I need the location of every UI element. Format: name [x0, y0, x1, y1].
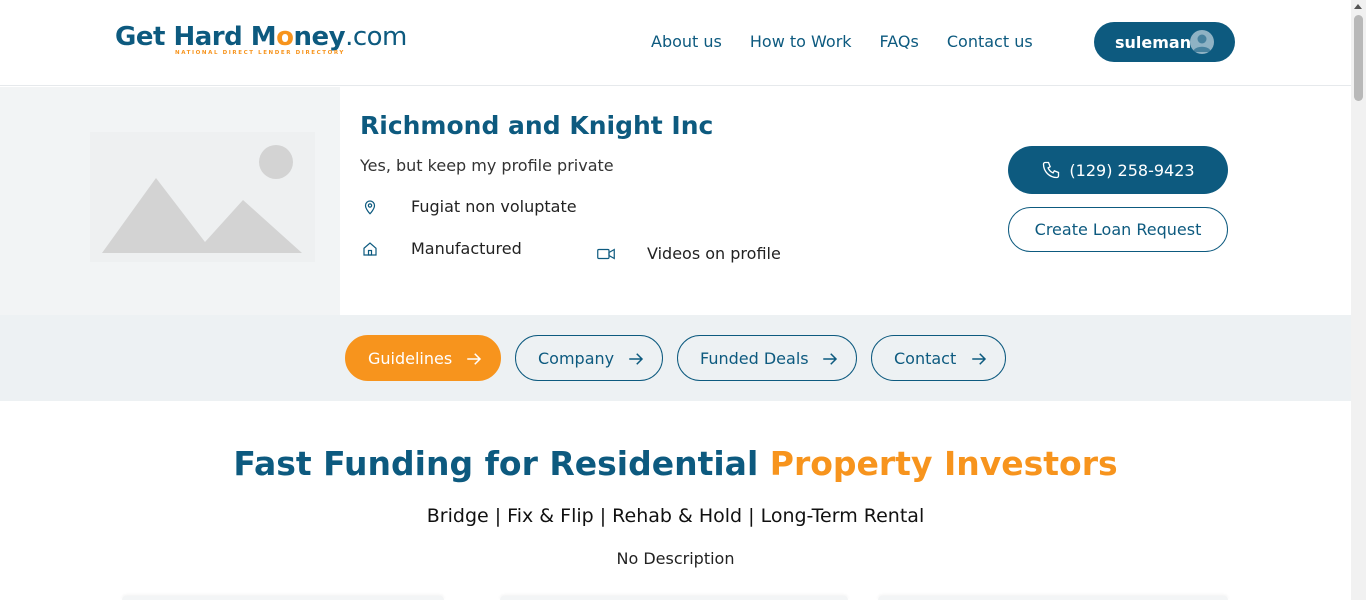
- logo[interactable]: Get Hard Money.com NATIONAL DIRECT LENDE…: [115, 20, 407, 60]
- phone-call-button[interactable]: (129) 258-9423: [1008, 146, 1228, 194]
- profile-subtitle: Yes, but keep my profile private: [360, 156, 614, 175]
- nav-contact-us[interactable]: Contact us: [947, 31, 1033, 53]
- phone-number: (129) 258-9423: [1069, 160, 1195, 180]
- property-type-row: Manufactured: [361, 239, 522, 258]
- company-description: No Description: [616, 549, 735, 568]
- home-icon: [361, 240, 379, 258]
- profile-image-placeholder: [0, 87, 340, 315]
- nav-how-to-work[interactable]: How to Work: [750, 31, 852, 53]
- arrow-right-icon: [823, 353, 838, 365]
- section-headline: Fast Funding for Residential Property In…: [233, 444, 1118, 483]
- tab-company[interactable]: Company: [515, 335, 663, 381]
- location-row: Fugiat non voluptate: [361, 197, 577, 216]
- arrow-right-icon: [467, 353, 482, 365]
- scroll-up-arrow-icon[interactable]: [1354, 4, 1362, 9]
- tab-funded-deals[interactable]: Funded Deals: [677, 335, 857, 381]
- user-name: suleman: [1115, 32, 1192, 52]
- logo-wordmark: Get Hard Money.com: [115, 22, 407, 52]
- tab-guidelines[interactable]: Guidelines: [345, 335, 501, 381]
- create-loan-request-button[interactable]: Create Loan Request: [1008, 207, 1228, 252]
- tab-contact[interactable]: Contact: [871, 335, 1006, 381]
- arrow-right-icon: [629, 353, 644, 365]
- location-text: Fugiat non voluptate: [411, 197, 577, 216]
- videos-text: Videos on profile: [647, 244, 781, 263]
- vertical-scrollbar[interactable]: [1351, 0, 1366, 600]
- info-card-1: [122, 596, 444, 600]
- logo-tagline: NATIONAL DIRECT LENDER DIRECTORY: [175, 50, 346, 56]
- phone-icon: [1043, 161, 1060, 179]
- info-card-3: [878, 596, 1228, 600]
- arrow-right-icon: [972, 353, 987, 365]
- profile-tabs: Guidelines Company Funded Deals Contact: [0, 315, 1351, 401]
- nav-faqs[interactable]: FAQs: [880, 31, 919, 53]
- property-type-text: Manufactured: [411, 239, 522, 258]
- videos-row: Videos on profile: [596, 244, 781, 263]
- video-camera-icon: [596, 245, 616, 263]
- image-placeholder-icon: [90, 132, 315, 262]
- map-pin-icon: [361, 198, 379, 216]
- loan-types-list: Bridge | Fix & Flip | Rehab & Hold | Lon…: [426, 505, 925, 527]
- nav-about-us[interactable]: About us: [651, 31, 722, 53]
- logo-house-o: o: [276, 22, 294, 52]
- user-menu-button[interactable]: suleman: [1094, 22, 1235, 62]
- main-nav: About us How to Work FAQs Contact us: [651, 31, 1033, 53]
- company-name: Richmond and Knight Inc: [360, 111, 714, 140]
- user-avatar-icon: [1190, 30, 1214, 54]
- site-header: Get Hard Money.com NATIONAL DIRECT LENDE…: [0, 0, 1351, 86]
- scroll-thumb[interactable]: [1354, 15, 1363, 101]
- info-card-2: [500, 596, 848, 600]
- lender-profile: Richmond and Knight Inc Yes, but keep my…: [0, 87, 1351, 315]
